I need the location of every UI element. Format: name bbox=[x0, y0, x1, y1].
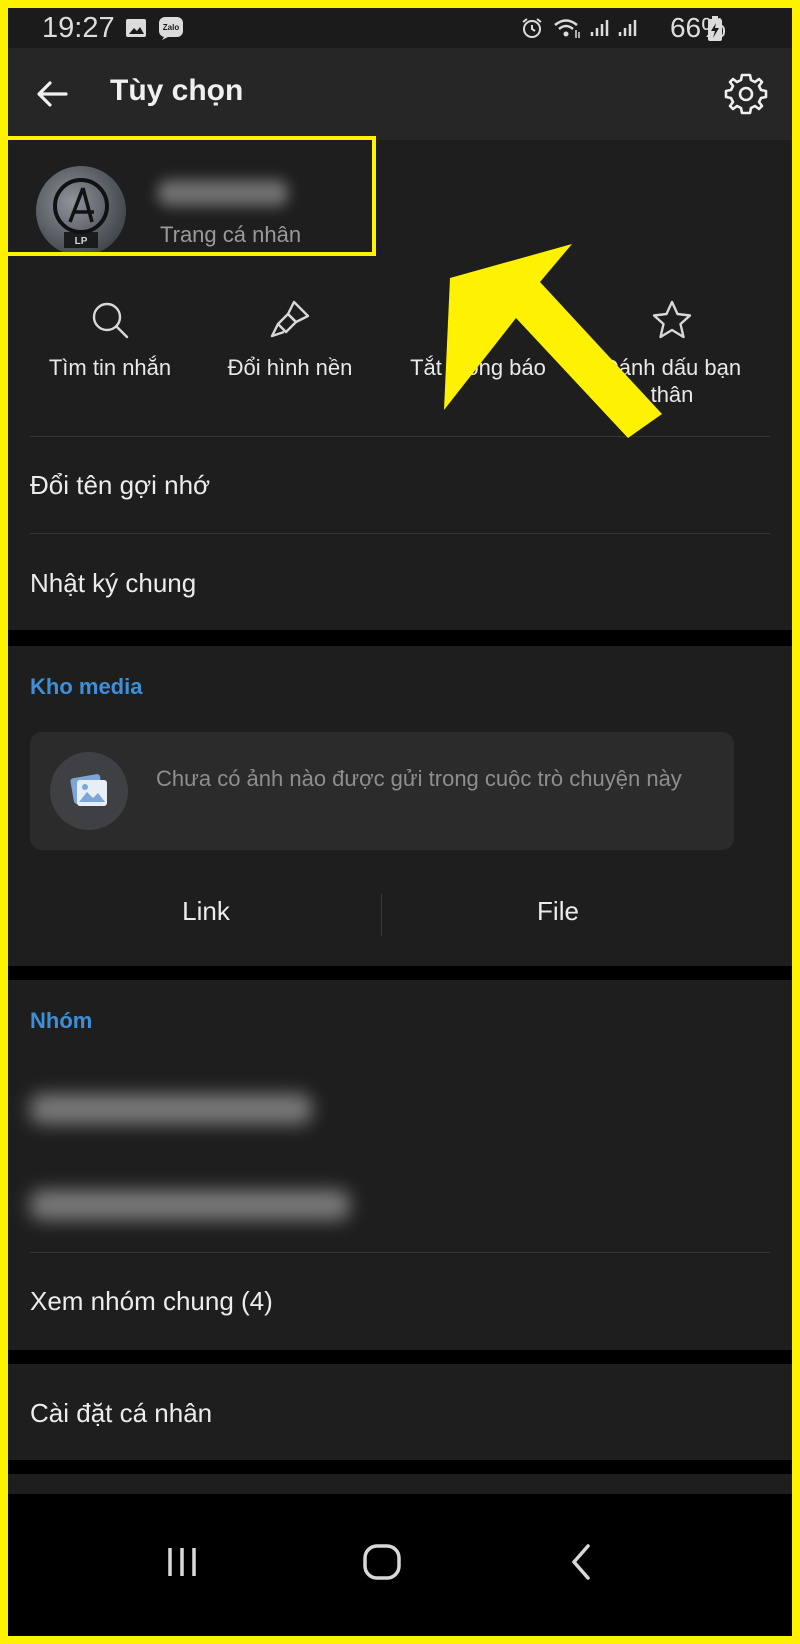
alarm-icon bbox=[522, 18, 542, 38]
bell-icon bbox=[462, 305, 494, 339]
search-icon bbox=[92, 302, 129, 339]
divider bbox=[30, 533, 770, 534]
signal-2-icon bbox=[618, 20, 637, 36]
action-label: Đổi hình nền bbox=[227, 355, 353, 380]
media-card: Kho media Chưa có ảnh nào được gửi trong… bbox=[8, 646, 792, 966]
svg-text:LP: LP bbox=[75, 236, 88, 247]
recent-apps-icon[interactable] bbox=[152, 1532, 212, 1592]
page-title: Tùy chọn bbox=[110, 74, 244, 107]
star-icon bbox=[652, 300, 692, 339]
divider bbox=[30, 436, 770, 437]
options-card: LP Trang cá nhân Tìm tin nhắn Đổi hình n… bbox=[8, 140, 792, 630]
profile-name-blurred bbox=[158, 180, 288, 206]
profile-subtitle: Trang cá nhân bbox=[160, 222, 302, 247]
link-tab[interactable]: Link bbox=[30, 882, 382, 940]
quick-actions: Tìm tin nhắn Đổi hình nền Tắt thông báo bbox=[8, 290, 792, 440]
photo-icon-circle bbox=[50, 752, 128, 830]
group-item-blurred[interactable] bbox=[30, 1094, 312, 1124]
rename-nickname-item[interactable]: Đổi tên gợi nhớ bbox=[30, 470, 210, 501]
shared-diary-item[interactable]: Nhật ký chung bbox=[30, 568, 196, 599]
action-label: Tắt thông báo bbox=[410, 355, 546, 380]
profile-row[interactable]: LP Trang cá nhân bbox=[8, 142, 388, 258]
avatar: LP bbox=[36, 166, 126, 256]
phone-screen: 19:27 Zalo 66% Tùy chọn LP Trang cá nhân… bbox=[8, 8, 792, 1636]
gallery-notification-icon bbox=[126, 19, 146, 37]
status-time: 19:27 bbox=[42, 12, 115, 44]
group-item-blurred[interactable] bbox=[30, 1190, 350, 1220]
next-card-partial bbox=[8, 1474, 792, 1494]
brush-icon bbox=[270, 300, 310, 338]
band-logo-icon: LP bbox=[53, 178, 109, 248]
zalo-notification-icon: Zalo bbox=[159, 17, 183, 40]
change-wallpaper-button[interactable]: Đổi hình nền bbox=[200, 290, 380, 381]
media-empty-text: Chưa có ảnh nào được gửi trong cuộc trò … bbox=[156, 766, 682, 791]
back-arrow-icon[interactable] bbox=[32, 74, 72, 114]
file-tab[interactable]: File bbox=[382, 882, 734, 940]
wifi-icon bbox=[554, 19, 580, 38]
battery-charging-icon bbox=[708, 16, 722, 41]
action-label: Đánh dấu bạn thân bbox=[602, 355, 742, 407]
search-messages-button[interactable]: Tìm tin nhắn bbox=[20, 290, 200, 381]
personal-card: Cài đặt cá nhân bbox=[8, 1364, 792, 1460]
media-empty-box: Chưa có ảnh nào được gửi trong cuộc trò … bbox=[30, 732, 734, 850]
nav-back-icon[interactable] bbox=[552, 1532, 612, 1592]
action-label: Tìm tin nhắn bbox=[48, 355, 172, 380]
svg-text:Zalo: Zalo bbox=[163, 23, 180, 32]
media-section-label[interactable]: Kho media bbox=[30, 674, 142, 700]
gear-icon[interactable] bbox=[722, 70, 770, 118]
photo-icon bbox=[70, 774, 107, 806]
app-header: Tùy chọn bbox=[8, 48, 792, 140]
groups-section-label: Nhóm bbox=[30, 1008, 93, 1033]
mute-notifications-button[interactable]: Tắt thông báo bbox=[388, 290, 568, 381]
groups-card: Nhóm Xem nhóm chung (4) bbox=[8, 980, 792, 1350]
personal-settings-item[interactable]: Cài đặt cá nhân bbox=[30, 1398, 212, 1429]
signal-1-icon bbox=[590, 20, 609, 36]
status-bar: 19:27 Zalo 66% bbox=[8, 8, 792, 48]
mark-best-friend-button[interactable]: Đánh dấu bạn thân bbox=[582, 290, 762, 408]
view-common-groups-item[interactable]: Xem nhóm chung (4) bbox=[30, 1286, 273, 1317]
divider bbox=[30, 1252, 770, 1253]
home-icon[interactable] bbox=[352, 1532, 412, 1592]
system-nav-bar bbox=[8, 1494, 792, 1636]
